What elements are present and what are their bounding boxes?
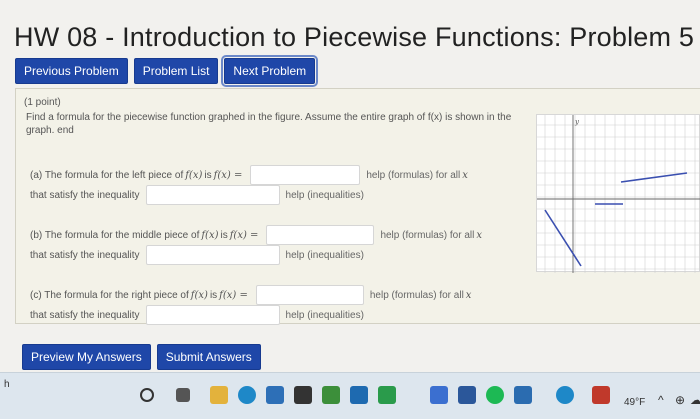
part-a-fx: f(x) xyxy=(185,169,203,181)
show-hidden-icons[interactable]: ^ xyxy=(658,393,664,407)
dollar-app-icon[interactable] xyxy=(378,386,396,404)
part-c-formula-row: (c) The formula for the right piece of f… xyxy=(30,285,473,305)
app-icon-blue[interactable] xyxy=(430,386,448,404)
next-problem-button[interactable]: Next Problem xyxy=(221,55,319,87)
app-icon-tt[interactable] xyxy=(514,386,532,404)
graph-left-piece xyxy=(544,209,582,267)
part-b-help-inequalities[interactable]: help (inequalities) xyxy=(286,250,364,261)
part-b-formula-row: (b) The formula for the middle piece of … xyxy=(30,225,484,245)
graph-grid xyxy=(537,115,700,273)
amazon-icon[interactable] xyxy=(294,386,312,404)
mail-icon[interactable] xyxy=(350,386,368,404)
part-b-inequality-input[interactable] xyxy=(145,245,280,265)
problem-points: (1 point) xyxy=(24,97,61,108)
part-a-x: x xyxy=(462,169,468,181)
part-b-fx-eq: f(x) = xyxy=(229,229,259,241)
part-c-help-formulas[interactable]: help (formulas) for all xyxy=(370,290,464,301)
part-b-fx: f(x) xyxy=(201,229,219,241)
graph-right-piece xyxy=(620,172,688,183)
part-c-ineq-label: that satisfy the inequality xyxy=(30,309,140,321)
file-explorer-icon[interactable] xyxy=(210,386,228,404)
part-b-help-formulas[interactable]: help (formulas) for all xyxy=(380,230,474,241)
submit-actions: Preview My Answers Submit Answers xyxy=(22,344,261,370)
part-a-inequality-input[interactable] xyxy=(145,185,280,205)
part-c-help-inequalities[interactable]: help (inequalities) xyxy=(286,310,364,321)
spotify-icon[interactable] xyxy=(486,386,504,404)
part-b-formula-input[interactable] xyxy=(266,225,375,245)
part-a-label: (a) The formula for the left piece of xyxy=(30,169,184,181)
preview-answers-button[interactable]: Preview My Answers xyxy=(22,344,151,370)
part-c-fx-eq: f(x) = xyxy=(219,289,248,301)
part-a-fx-eq: f(x) = xyxy=(213,169,243,181)
part-a-help-inequalities[interactable]: help (inequalities) xyxy=(286,190,364,201)
submit-answers-button[interactable]: Submit Answers xyxy=(156,344,261,370)
piecewise-graph[interactable]: y xyxy=(536,114,700,273)
weather-temperature[interactable]: 49°F xyxy=(624,397,645,408)
part-a-formula-input[interactable] xyxy=(250,165,361,185)
part-c-is: is xyxy=(209,289,218,301)
store-icon[interactable] xyxy=(266,386,284,404)
edge-browser-icon[interactable] xyxy=(238,386,256,404)
part-b-inequality-row: that satisfy the inequality help (inequa… xyxy=(30,245,364,265)
part-a-help-formulas[interactable]: help (formulas) for all xyxy=(366,170,460,181)
help-icon[interactable] xyxy=(556,386,574,404)
part-a-formula-row: (a) The formula for the left piece of f(… xyxy=(30,165,470,185)
app-icon-red[interactable] xyxy=(592,386,610,404)
app-icon[interactable] xyxy=(322,386,340,404)
part-b-is: is xyxy=(220,229,228,241)
drive-icon[interactable]: ⊕ xyxy=(675,393,685,407)
cloud-icon[interactable]: ☁ xyxy=(690,393,700,407)
part-c-formula-input[interactable] xyxy=(255,285,364,305)
part-b-ineq-label: that satisfy the inequality xyxy=(30,249,140,261)
webwork-page: HW 08 - Introduction to Piecewise Functi… xyxy=(0,0,700,372)
page-title: HW 08 - Introduction to Piecewise Functi… xyxy=(14,22,695,52)
problem-description: Find a formula for the piecewise functio… xyxy=(26,112,512,136)
problem-navigation: Previous Problem Problem List Next Probl… xyxy=(15,55,319,87)
part-a-inequality-row: that satisfy the inequality help (inequa… xyxy=(30,185,364,205)
search-icon[interactable] xyxy=(140,388,154,402)
part-a-is: is xyxy=(204,169,212,181)
part-c-inequality-input[interactable] xyxy=(145,305,280,325)
part-c-label: (c) The formula for the right piece of xyxy=(30,289,189,301)
problem-list-button[interactable]: Problem List xyxy=(133,58,219,84)
part-c-inequality-row: that satisfy the inequality help (inequa… xyxy=(30,305,364,325)
part-c-fx: f(x) xyxy=(190,289,208,301)
previous-problem-button[interactable]: Previous Problem xyxy=(15,58,128,84)
task-view-icon[interactable] xyxy=(176,388,190,402)
taskbar-left-text: h xyxy=(4,379,10,390)
graph-svg: y xyxy=(537,115,700,273)
part-b-x: x xyxy=(476,229,482,241)
word-icon[interactable] xyxy=(458,386,476,404)
windows-taskbar: h 49°F ^ ⊕ ☁ xyxy=(0,372,700,419)
part-a-ineq-label: that satisfy the inequality xyxy=(30,189,140,201)
part-b-label: (b) The formula for the middle piece of xyxy=(30,229,200,241)
part-c-x: x xyxy=(465,289,472,301)
